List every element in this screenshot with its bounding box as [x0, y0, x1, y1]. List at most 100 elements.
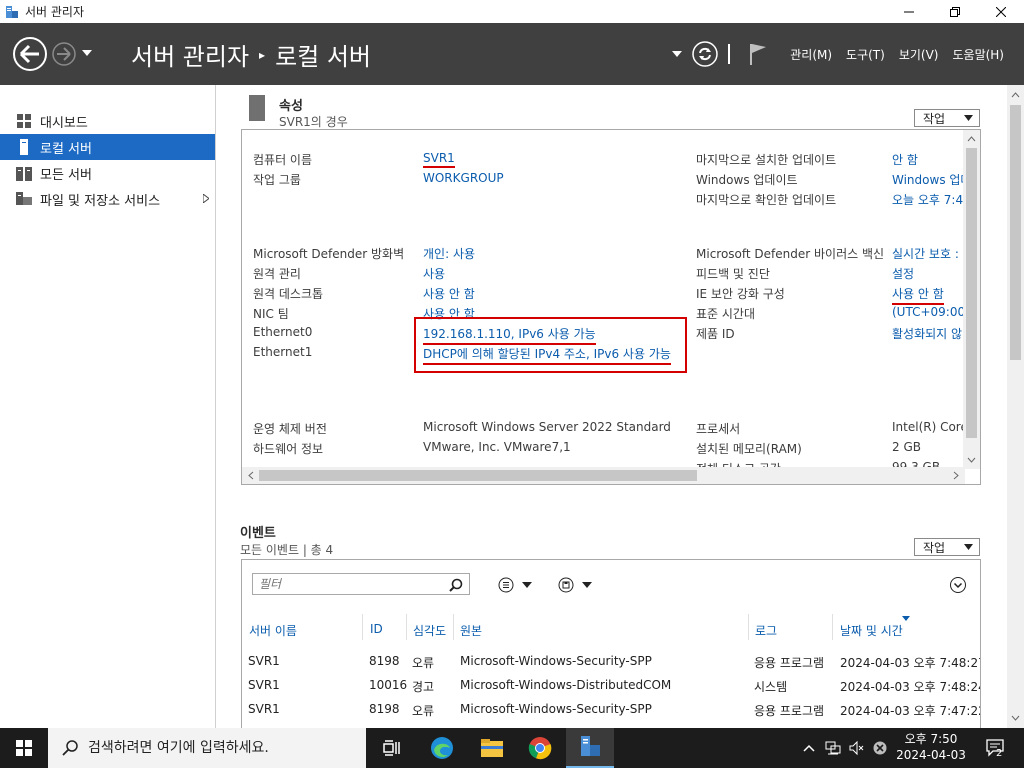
computer-name-link[interactable]: SVR1 — [423, 151, 455, 168]
taskbar: 오후 7:50 2024-04-03 2 — [0, 728, 1024, 768]
prop-label: 운영 체제 버전 — [253, 422, 327, 436]
cell-source: Microsoft-Windows-Security-SPP — [460, 702, 652, 716]
notifications-flag-icon[interactable] — [748, 42, 768, 66]
scroll-up-icon[interactable] — [963, 132, 980, 146]
refresh-dropdown-icon[interactable] — [672, 51, 683, 57]
sidebar-item-file-storage[interactable]: 파일 및 저장소 서비스 — [0, 186, 215, 212]
volume-tray-button[interactable] — [846, 728, 868, 768]
start-button[interactable] — [0, 728, 48, 768]
scrollbar-thumb[interactable] — [259, 470, 697, 481]
taskbar-search-input[interactable] — [88, 740, 338, 756]
sidebar-item-label: 모든 서버 — [40, 167, 92, 183]
scroll-down-icon[interactable] — [1007, 711, 1024, 725]
list-options-icon[interactable] — [498, 577, 534, 593]
scrollbar-thumb[interactable] — [1010, 105, 1021, 360]
menu-help[interactable]: 도움말(H) — [952, 46, 1004, 63]
feedback-diagnostics-link[interactable]: 설정 — [892, 265, 914, 282]
column-header-server-name[interactable]: 서버 이름 — [249, 622, 297, 639]
product-id-link[interactable]: 활성화되지 않 — [892, 325, 962, 342]
time-zone-link[interactable]: (UTC+09:00) — [892, 305, 970, 319]
history-dropdown-icon[interactable] — [82, 50, 92, 56]
volume-muted-icon — [849, 740, 864, 756]
main-vertical-scrollbar[interactable] — [1007, 85, 1024, 728]
prop-label: Ethernet1 — [253, 345, 313, 359]
taskbar-search-box[interactable] — [48, 728, 366, 768]
column-divider — [748, 614, 749, 640]
tasks-label: 작업 — [923, 111, 946, 126]
last-installed-update-link[interactable]: 안 함 — [892, 151, 918, 168]
chevron-right-icon[interactable] — [203, 194, 209, 203]
scroll-down-icon[interactable] — [963, 453, 980, 467]
breadcrumb-root[interactable]: 서버 관리자 — [131, 37, 249, 72]
cell-datetime: 2024-04-03 오후 7:48:24 — [840, 680, 981, 694]
main-content: 속성 SVR1의 경우 작업 컴퓨터 이름 SVR1 작업 그룹 WORKGRO… — [217, 85, 1007, 728]
menu-manage[interactable]: 관리(M) — [790, 46, 832, 63]
forward-button[interactable] — [52, 42, 76, 66]
remote-management-link[interactable]: 사용 — [423, 265, 445, 282]
close-icon — [996, 6, 1006, 17]
events-tasks-button[interactable]: 작업 — [914, 538, 980, 556]
properties-horizontal-scrollbar[interactable] — [242, 467, 965, 484]
server-manager-taskbar-button[interactable] — [566, 728, 614, 768]
expand-chevron-icon[interactable] — [949, 576, 967, 594]
network-tray-button[interactable] — [822, 728, 844, 768]
sidebar-item-local-server[interactable]: 로컬 서버 — [0, 134, 215, 160]
sidebar-item-dashboard[interactable]: 대시보드 — [0, 108, 215, 134]
cell-datetime: 2024-04-03 오후 7:48:27 — [840, 656, 981, 670]
file-explorer-taskbar-button[interactable] — [468, 728, 516, 768]
column-header-id[interactable]: ID — [370, 622, 383, 636]
workgroup-link[interactable]: WORKGROUP — [423, 171, 504, 185]
task-view-icon — [383, 740, 400, 756]
menu-tools[interactable]: 도구(T) — [846, 46, 885, 63]
search-icon[interactable] — [449, 578, 463, 592]
close-button[interactable] — [978, 0, 1024, 23]
sidebar-item-label: 로컬 서버 — [40, 141, 92, 157]
column-header-source[interactable]: 원본 — [460, 622, 482, 639]
edge-icon — [431, 737, 453, 759]
properties-vertical-scrollbar[interactable] — [963, 130, 980, 469]
prop-label: IE 보안 강화 구성 — [696, 287, 785, 301]
firewall-link[interactable]: 개인: 사용 — [423, 245, 475, 262]
remote-desktop-link[interactable]: 사용 안 함 — [423, 285, 475, 302]
taskbar-clock[interactable]: 오후 7:50 2024-04-03 — [894, 731, 968, 763]
last-checked-update-link[interactable]: 오늘 오후 7:4 — [892, 191, 963, 208]
show-hidden-icons-button[interactable] — [798, 728, 820, 768]
save-query-icon[interactable] — [558, 577, 594, 593]
tasks-label: 작업 — [923, 540, 946, 555]
minimize-button[interactable] — [886, 0, 932, 23]
notification-center-button[interactable]: 2 — [978, 728, 1014, 768]
events-panel: 서버 이름 ID 심각도 원본 로그 날짜 및 시간 SVR1 8198 오류 … — [241, 559, 981, 728]
prop-label: 원격 데스크톱 — [253, 287, 324, 301]
scroll-up-icon[interactable] — [1007, 88, 1024, 102]
defender-antivirus-link[interactable]: 실시간 보호 : — [892, 245, 959, 262]
column-header-date-time[interactable]: 날짜 및 시간 — [840, 622, 903, 639]
prop-label: 제품 ID — [696, 327, 735, 341]
menu-view[interactable]: 보기(V) — [899, 46, 939, 63]
all-servers-icon — [16, 165, 32, 181]
scroll-right-icon[interactable] — [949, 467, 963, 484]
windows-update-link[interactable]: Windows 업데 — [892, 171, 971, 188]
edge-taskbar-button[interactable] — [418, 728, 466, 768]
column-header-severity[interactable]: 심각도 — [413, 622, 446, 639]
task-view-button[interactable] — [368, 728, 416, 768]
chrome-taskbar-button[interactable] — [516, 728, 564, 768]
cell-id: 8198 — [369, 654, 400, 668]
properties-subtitle: SVR1의 경우 — [279, 115, 348, 129]
ie-esc-link[interactable]: 사용 안 함 — [892, 285, 944, 305]
clock-time: 오후 7:50 — [904, 732, 958, 746]
toolbar-divider — [728, 44, 731, 64]
scrollbar-thumb[interactable] — [966, 148, 977, 438]
back-button[interactable] — [12, 36, 48, 72]
sidebar-item-all-servers[interactable]: 모든 서버 — [0, 160, 215, 186]
refresh-icon[interactable] — [692, 41, 718, 67]
restore-button[interactable] — [932, 0, 978, 23]
status-tray-button[interactable] — [869, 728, 891, 768]
filter-box[interactable] — [252, 573, 470, 595]
scroll-left-icon[interactable] — [244, 467, 258, 484]
filter-input[interactable] — [259, 577, 439, 591]
server-manager-app-icon — [6, 5, 18, 18]
sidebar-item-label: 대시보드 — [40, 115, 88, 131]
properties-tasks-button[interactable]: 작업 — [914, 109, 980, 127]
column-header-log[interactable]: 로그 — [755, 622, 777, 639]
cell-severity: 오류 — [412, 656, 435, 670]
